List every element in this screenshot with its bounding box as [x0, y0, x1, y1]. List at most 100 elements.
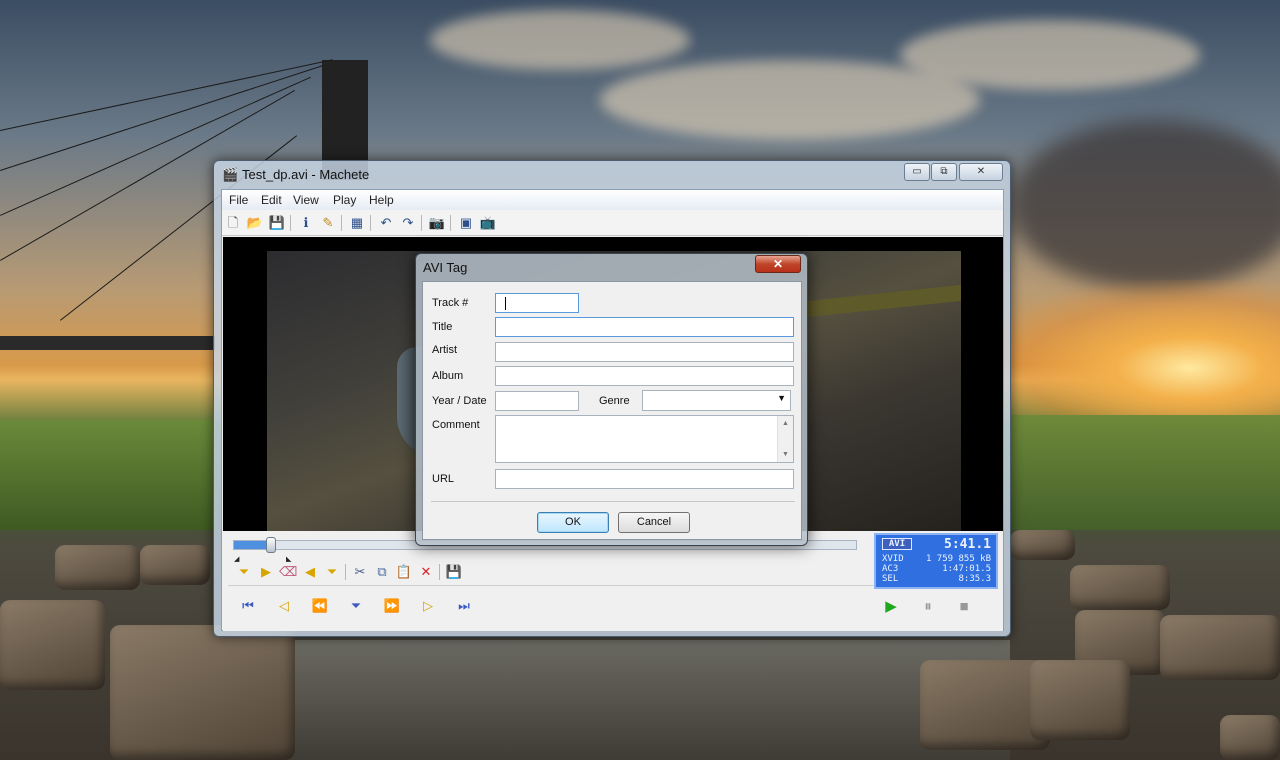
video-scene-rail — [807, 284, 961, 318]
menu-edit[interactable]: Edit — [261, 193, 282, 207]
save-selection-icon[interactable]: 💾 — [445, 562, 463, 582]
playback-controls: ◢ ◣ ⏷ ▶ ⌫ ◀ ⏷ ✂ ⧉ 📋 ✕ 💾 ⏮ ◁ ⏪ ⏷ ⏩ ▷ ⏭ ▶ … — [223, 532, 1003, 631]
toolbar-separator — [421, 215, 422, 231]
new-file-icon[interactable]: 🗋 — [224, 214, 242, 232]
url-label: URL — [432, 473, 455, 485]
eraser-icon[interactable]: ⌫ — [279, 562, 297, 582]
chevron-down-icon[interactable]: ▼ — [777, 393, 786, 403]
dialog-separator — [431, 501, 795, 502]
rock — [1030, 660, 1130, 740]
edit-controls: ⏷ ▶ ⌫ ◀ ⏷ ✂ ⧉ 📋 ✕ 💾 — [233, 562, 873, 584]
cloud — [430, 10, 690, 70]
year-field[interactable] — [495, 391, 579, 411]
album-label: Album — [432, 370, 464, 382]
menu-file[interactable]: File — [229, 193, 248, 207]
cloud — [900, 20, 1200, 90]
bridge-cable — [0, 64, 324, 171]
grass — [0, 420, 215, 530]
rewind-icon[interactable]: ⏪ — [307, 596, 333, 616]
dialog-client: Track # Title Artist Album Year / Date G… — [422, 281, 802, 540]
edit-tags-icon[interactable]: ✎ — [319, 214, 337, 232]
album-field[interactable] — [495, 366, 794, 386]
info-value: 1 759 855 kB — [925, 554, 991, 564]
save-icon[interactable]: 💾 — [268, 214, 286, 232]
comment-label: Comment — [432, 419, 480, 431]
cancel-button[interactable]: Cancel — [618, 512, 690, 533]
camera-icon[interactable]: 📷 — [428, 214, 446, 232]
copy-icon[interactable]: ⧉ — [373, 562, 391, 582]
rock — [1220, 715, 1280, 760]
dark-cloud — [1010, 120, 1280, 290]
rock — [1010, 530, 1075, 560]
play-icon[interactable]: ▶ — [880, 596, 902, 618]
info-label: XVID — [882, 554, 904, 564]
frame-icon[interactable]: ▣ — [457, 214, 475, 232]
delete-icon[interactable]: ✕ — [417, 562, 435, 582]
artist-field[interactable] — [495, 342, 794, 362]
year-label: Year / Date — [432, 395, 487, 407]
bridge-deck — [0, 336, 215, 350]
title-bar[interactable]: 🎬 Test_dp.avi - Machete ▭ ⧉ ✕ — [214, 161, 1010, 189]
info-icon[interactable]: ℹ — [297, 214, 315, 232]
go-to-start-icon[interactable]: ⏮ — [235, 596, 261, 616]
scroll-up-icon[interactable]: ▲ — [782, 420, 789, 427]
next-keyframe-icon[interactable]: ▷ — [415, 596, 441, 616]
avi-tag-dialog: AVI Tag ✕ Track # Title Artist Album Yea… — [415, 253, 808, 546]
redo-icon[interactable]: ↷ — [399, 214, 417, 232]
control-separator — [345, 564, 346, 580]
duration: 5:41.1 — [944, 537, 991, 552]
info-label: SEL — [882, 574, 899, 584]
close-button[interactable]: ✕ — [959, 163, 1003, 181]
goto-mark-back-icon[interactable]: ◀ — [301, 562, 319, 582]
mark-in-icon[interactable]: ⏷ — [235, 562, 253, 582]
ok-button[interactable]: OK — [537, 512, 609, 533]
seek-thumb[interactable] — [266, 537, 277, 553]
dialog-close-button[interactable]: ✕ — [755, 255, 801, 273]
track-field[interactable] — [495, 293, 579, 313]
paste-icon[interactable]: 📋 — [395, 562, 413, 582]
media-info-panel: AVI 5:41.1 XVID 1 759 855 kB AC3 1:47:01… — [874, 533, 998, 589]
minimize-button[interactable]: ▭ — [904, 163, 930, 181]
undo-icon[interactable]: ↶ — [377, 214, 395, 232]
tv-icon[interactable]: 📺 — [479, 214, 497, 232]
water — [230, 640, 1010, 760]
genre-select[interactable]: ▼ — [642, 390, 791, 411]
comment-scrollbar[interactable]: ▲ ▼ — [777, 416, 793, 462]
url-field[interactable] — [495, 469, 794, 489]
pause-icon[interactable]: ⏸ — [917, 596, 939, 618]
menu-play[interactable]: Play — [333, 193, 356, 207]
rock — [55, 545, 140, 590]
track-label: Track # — [432, 297, 469, 309]
title-field[interactable] — [495, 317, 794, 337]
menu-bar: File Edit View Play Help — [222, 190, 1003, 210]
navigation-controls: ⏮ ◁ ⏪ ⏷ ⏩ ▷ ⏭ — [233, 596, 873, 618]
scroll-down-icon[interactable]: ▼ — [782, 451, 789, 458]
stop-icon[interactable]: ■ — [953, 596, 975, 618]
rock — [110, 625, 295, 760]
rock — [0, 600, 105, 690]
mark-out-icon[interactable]: ⏷ — [323, 562, 341, 582]
rock — [140, 545, 210, 585]
go-to-end-icon[interactable]: ⏭ — [451, 596, 477, 616]
restore-button[interactable]: ⧉ — [931, 163, 957, 181]
container-badge: AVI — [882, 538, 912, 550]
info-value: 8:35.3 — [958, 574, 991, 584]
comment-field[interactable]: ▲ ▼ — [495, 415, 794, 463]
app-icon: 🎬 — [222, 167, 239, 182]
toolbar-separator — [341, 215, 342, 231]
rock — [1070, 565, 1170, 610]
filmstrip-icon[interactable]: ▦ — [348, 214, 366, 232]
cut-icon[interactable]: ✂ — [351, 562, 369, 582]
open-folder-icon[interactable]: 📂 — [246, 214, 264, 232]
toolbar-separator — [290, 215, 291, 231]
window-title: Test_dp.avi - Machete — [242, 167, 370, 182]
title-label: Title — [432, 321, 453, 333]
text-caret — [505, 297, 506, 310]
prev-keyframe-icon[interactable]: ◁ — [271, 596, 297, 616]
menu-help[interactable]: Help — [369, 193, 394, 207]
menu-view[interactable]: View — [293, 193, 319, 207]
goto-mark-icon[interactable]: ▶ — [257, 562, 275, 582]
fast-forward-icon[interactable]: ⏩ — [379, 596, 405, 616]
step-icon[interactable]: ⏷ — [343, 596, 369, 616]
info-label: AC3 — [882, 564, 899, 574]
